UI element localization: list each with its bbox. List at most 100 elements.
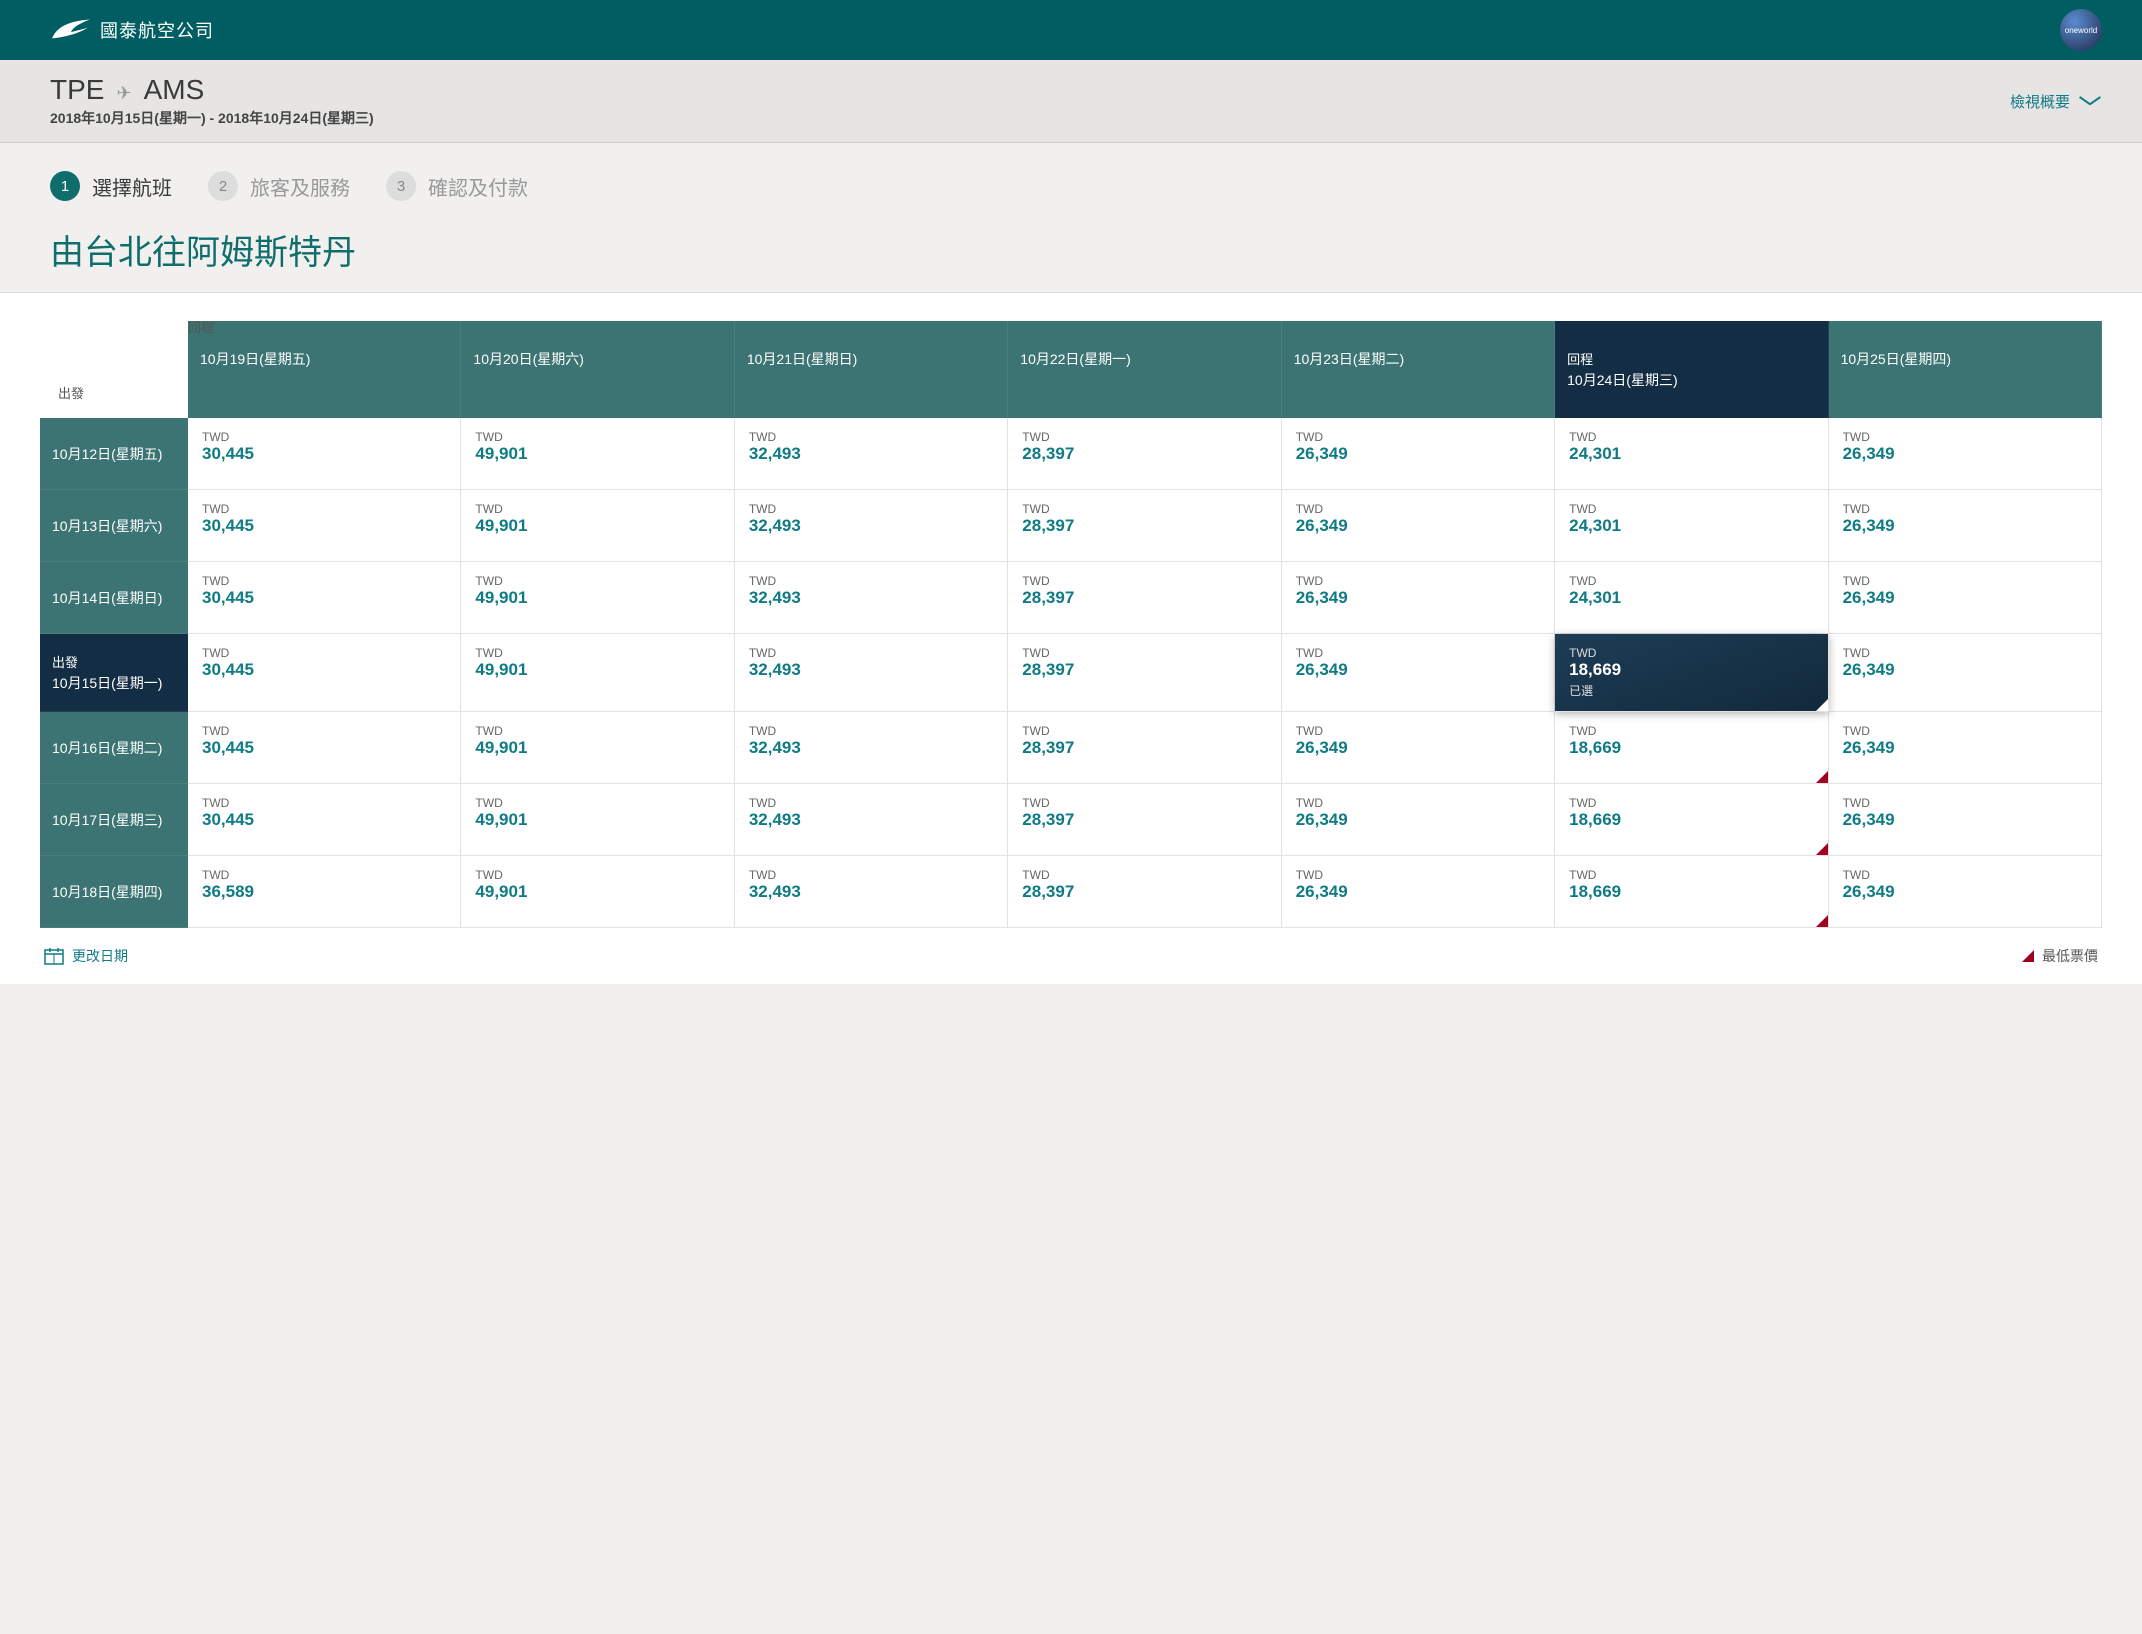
currency-label: TWD [1843,646,2087,660]
fare-price: 26,349 [1296,738,1540,758]
currency-label: TWD [1569,574,1813,588]
fare-cell-4-0[interactable]: TWD30,445 [188,712,461,784]
fare-cell-1-6[interactable]: TWD26,349 [1829,490,2102,562]
fare-cell-6-6[interactable]: TWD26,349 [1829,856,2102,928]
fare-cell-6-3[interactable]: TWD28,397 [1008,856,1281,928]
fare-cell-5-0[interactable]: TWD30,445 [188,784,461,856]
fare-cell-3-0[interactable]: TWD30,445 [188,634,461,712]
fare-cell-6-4[interactable]: TWD26,349 [1282,856,1555,928]
oneworld-badge-icon: oneworld [2060,9,2102,51]
fare-cell-3-1[interactable]: TWD49,901 [461,634,734,712]
fare-cell-4-1[interactable]: TWD49,901 [461,712,734,784]
col-header-6[interactable]: 10月25日(星期四) [1829,321,2102,418]
fare-cell-1-2[interactable]: TWD32,493 [735,490,1008,562]
fare-cell-3-3[interactable]: TWD28,397 [1008,634,1281,712]
row-header-1[interactable]: 10月13日(星期六) [40,490,188,562]
fare-cell-1-1[interactable]: TWD49,901 [461,490,734,562]
row-header-6[interactable]: 10月18日(星期四) [40,856,188,928]
brand[interactable]: 國泰航空公司 [50,13,214,47]
currency-label: TWD [202,724,446,738]
axis-return-label: 回程 [188,317,214,336]
fare-price: 30,445 [202,660,446,680]
fare-cell-2-4[interactable]: TWD26,349 [1282,562,1555,634]
fare-cell-1-5[interactable]: TWD24,301 [1555,490,1828,562]
fare-price: 24,301 [1569,588,1813,608]
currency-label: TWD [749,574,993,588]
page-title: 由台北往阿姆斯特丹 [50,225,2092,274]
fare-cell-4-2[interactable]: TWD32,493 [735,712,1008,784]
currency-label: TWD [1843,796,2087,810]
fare-cell-3-6[interactable]: TWD26,349 [1829,634,2102,712]
step-num-2: 2 [208,171,238,201]
fare-cell-6-1[interactable]: TWD49,901 [461,856,734,928]
fare-cell-5-5[interactable]: TWD18,669 [1555,784,1828,856]
fare-price: 26,349 [1843,588,2087,608]
fare-cell-2-0[interactable]: TWD30,445 [188,562,461,634]
fare-cell-6-0[interactable]: TWD36,589 [188,856,461,928]
fare-cell-0-2[interactable]: TWD32,493 [735,418,1008,490]
fare-cell-5-6[interactable]: TWD26,349 [1829,784,2102,856]
view-summary-toggle[interactable]: 檢視概要 [2010,91,2102,112]
brand-name: 國泰航空公司 [100,17,214,43]
fare-price: 18,669 [1569,660,1813,680]
fare-price: 28,397 [1022,444,1266,464]
fare-cell-2-3[interactable]: TWD28,397 [1008,562,1281,634]
col-header-3[interactable]: 10月22日(星期一) [1008,321,1281,418]
currency-label: TWD [1022,502,1266,516]
fare-cell-3-2[interactable]: TWD32,493 [735,634,1008,712]
fare-cell-2-5[interactable]: TWD24,301 [1555,562,1828,634]
fare-cell-2-1[interactable]: TWD49,901 [461,562,734,634]
fare-cell-0-3[interactable]: TWD28,397 [1008,418,1281,490]
fare-cell-1-0[interactable]: TWD30,445 [188,490,461,562]
lowest-corner-icon [1816,915,1828,927]
fare-cell-1-3[interactable]: TWD28,397 [1008,490,1281,562]
lowest-fare-icon [2022,950,2034,962]
currency-label: TWD [1843,574,2087,588]
fare-price: 26,349 [1843,738,2087,758]
col-header-1[interactable]: 10月20日(星期六) [461,321,734,418]
fare-price: 28,397 [1022,810,1266,830]
step-2[interactable]: 2旅客及服務 [208,171,350,201]
row-header-3[interactable]: 出發10月15日(星期一) [40,634,188,712]
fare-price: 26,349 [1296,660,1540,680]
fare-cell-0-0[interactable]: TWD30,445 [188,418,461,490]
currency-label: TWD [1569,430,1813,444]
fare-cell-3-5[interactable]: TWD18,669已選 [1555,634,1828,712]
fare-cell-6-5[interactable]: TWD18,669 [1555,856,1828,928]
fare-cell-4-4[interactable]: TWD26,349 [1282,712,1555,784]
fare-cell-0-5[interactable]: TWD24,301 [1555,418,1828,490]
currency-label: TWD [1022,868,1266,882]
row-header-0[interactable]: 10月12日(星期五) [40,418,188,490]
fare-price: 26,349 [1296,444,1540,464]
brand-logo-icon [50,13,92,47]
currency-label: TWD [749,724,993,738]
fare-price: 49,901 [475,660,719,680]
currency-label: TWD [1022,796,1266,810]
row-header-2[interactable]: 10月14日(星期日) [40,562,188,634]
row-header-4[interactable]: 10月16日(星期二) [40,712,188,784]
fare-cell-2-6[interactable]: TWD26,349 [1829,562,2102,634]
row-header-5[interactable]: 10月17日(星期三) [40,784,188,856]
fare-cell-4-3[interactable]: TWD28,397 [1008,712,1281,784]
col-header-4[interactable]: 10月23日(星期二) [1282,321,1555,418]
fare-cell-0-4[interactable]: TWD26,349 [1282,418,1555,490]
fare-cell-4-5[interactable]: TWD18,669 [1555,712,1828,784]
col-header-2[interactable]: 10月21日(星期日) [735,321,1008,418]
col-header-0[interactable]: 10月19日(星期五) [188,321,461,418]
fare-cell-5-1[interactable]: TWD49,901 [461,784,734,856]
fare-cell-3-4[interactable]: TWD26,349 [1282,634,1555,712]
fare-cell-0-6[interactable]: TWD26,349 [1829,418,2102,490]
fare-price: 26,349 [1843,810,2087,830]
step-3[interactable]: 3確認及付款 [386,171,528,201]
fare-cell-5-2[interactable]: TWD32,493 [735,784,1008,856]
fare-cell-5-4[interactable]: TWD26,349 [1282,784,1555,856]
fare-price: 32,493 [749,738,993,758]
fare-cell-1-4[interactable]: TWD26,349 [1282,490,1555,562]
fare-cell-4-6[interactable]: TWD26,349 [1829,712,2102,784]
fare-cell-2-2[interactable]: TWD32,493 [735,562,1008,634]
fare-cell-6-2[interactable]: TWD32,493 [735,856,1008,928]
fare-cell-5-3[interactable]: TWD28,397 [1008,784,1281,856]
fare-cell-0-1[interactable]: TWD49,901 [461,418,734,490]
change-date-button[interactable]: 更改日期 [44,946,128,966]
col-header-5[interactable]: 回程10月24日(星期三) [1555,321,1828,418]
